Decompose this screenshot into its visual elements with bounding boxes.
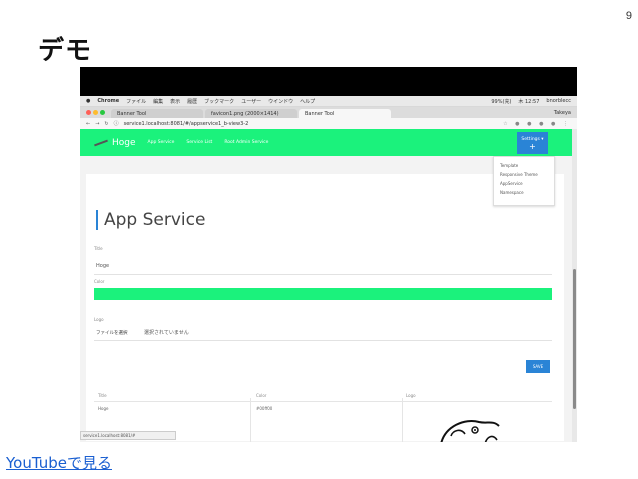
color-field-label: Color [94, 279, 105, 284]
dropdown-item-responsive-theme[interactable]: Responsive Theme [494, 170, 554, 179]
menu-item[interactable]: ヘルプ [300, 98, 315, 105]
title-field-label: Title [94, 246, 103, 251]
nav-link-root-admin[interactable]: Root Admin Service [224, 140, 268, 145]
forward-icon[interactable]: → [95, 121, 99, 127]
brand-logo-icon [94, 139, 108, 146]
plus-icon: + [529, 141, 536, 151]
page-number: 9 [625, 10, 632, 22]
window-controls [86, 110, 105, 115]
close-window-icon[interactable] [86, 110, 91, 115]
mac-menubar: ● Chrome ファイル 編集 表示 履歴 ブックマーク ユーザー ウインドウ… [80, 96, 577, 107]
choose-file-button[interactable]: ファイルを選択 [96, 330, 128, 336]
table-cell-color: #00ff00 [256, 406, 273, 411]
title-field[interactable]: Hoge [96, 263, 109, 269]
logo-underline [94, 340, 552, 341]
dropdown-item-appservice[interactable]: AppService [494, 179, 554, 188]
url-field[interactable]: service1.localhost:8081/#/appservice1_b-… [124, 121, 498, 127]
table-col-divider [250, 398, 251, 442]
slide-title: デモ [38, 36, 93, 66]
menu-item[interactable]: 履歴 [187, 98, 197, 105]
extension-icons[interactable]: ☆ ● ● ● ● ⋮ [503, 121, 571, 127]
menu-item[interactable]: ファイル [126, 98, 146, 105]
table-col-divider [402, 398, 403, 442]
browser-tab[interactable]: Banner Tool [111, 109, 203, 118]
logo-mascot-image [440, 420, 500, 442]
color-picker-field[interactable] [94, 288, 552, 300]
table-header-divider [94, 401, 552, 402]
app-navbar: Hoge App Service Service List Root Admin… [80, 129, 572, 156]
table-header-logo: Logo [406, 393, 416, 398]
youtube-link[interactable]: YouTubeで見る [6, 452, 112, 473]
video-player[interactable]: ● Chrome ファイル 編集 表示 履歴 ブックマーク ユーザー ウインドウ… [80, 67, 577, 442]
menu-item[interactable]: ブックマーク [204, 98, 234, 105]
page-info-icon[interactable]: ⓘ [114, 120, 119, 127]
menu-item[interactable]: 表示 [170, 98, 180, 105]
menu-item[interactable]: ユーザー [241, 98, 261, 105]
file-status-text: 選択されていません [144, 330, 189, 336]
battery-status: 99%(充) [491, 98, 512, 105]
menubar-app-name[interactable]: Chrome [97, 98, 119, 104]
table-cell-title: Hoge [98, 406, 109, 411]
back-icon[interactable]: ← [86, 121, 90, 127]
menubar-user[interactable]: bnorblecc [546, 98, 571, 104]
dropdown-item-template[interactable]: Template [494, 161, 554, 170]
settings-label: Settings ▾ [521, 136, 544, 142]
page-scrollbar[interactable] [572, 129, 577, 442]
menu-item[interactable]: 編集 [153, 98, 163, 105]
browser-tab[interactable]: favicon1.png (2000×1414) [205, 109, 297, 118]
settings-dropdown: Template Responsive Theme AppService Nam… [493, 156, 555, 206]
zoom-window-icon[interactable] [100, 110, 105, 115]
table-header-color: Color [256, 393, 267, 398]
page-title: App Service [96, 210, 205, 230]
minimize-window-icon[interactable] [93, 110, 98, 115]
browser-tab-active[interactable]: Banner Tool [299, 109, 391, 118]
dropdown-item-namespace[interactable]: Namespace [494, 188, 554, 197]
table-header-title: Title [98, 393, 107, 398]
status-bar-url: service1.localhost:8081/# [80, 431, 176, 440]
save-button[interactable]: SAVE [526, 360, 550, 373]
app-brand[interactable]: Hoge [94, 138, 136, 148]
browser-profile[interactable]: Takeya [554, 110, 571, 116]
brand-name: Hoge [112, 137, 136, 148]
nav-link-service-list[interactable]: Service List [186, 140, 212, 145]
menubar-clock: 木 12:57 [518, 98, 540, 105]
settings-button[interactable]: Settings ▾ + [517, 132, 548, 154]
browser-tab-bar: Banner Tool favicon1.png (2000×1414) Ban… [80, 107, 577, 118]
title-underline [94, 274, 552, 275]
menu-item[interactable]: ウインドウ [268, 98, 293, 105]
reload-icon[interactable]: ↻ [104, 121, 108, 127]
screen-recording: ● Chrome ファイル 編集 表示 履歴 ブックマーク ユーザー ウインドウ… [80, 96, 577, 442]
nav-link-app-service[interactable]: App Service [148, 140, 175, 145]
apple-icon[interactable]: ● [86, 98, 90, 104]
scrollbar-thumb[interactable] [573, 269, 576, 409]
logo-field-label: Logo [94, 317, 104, 322]
